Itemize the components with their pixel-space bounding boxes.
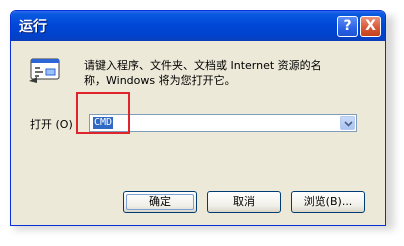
dialog-body: 请键入程序、文件夹、文档或 Internet 资源的名 称，Windows 将为… (14, 41, 382, 221)
annotation-highlight-box (76, 92, 130, 134)
open-label: 打开 (O) (30, 118, 73, 131)
instructions-line-1: 请键入程序、文件夹、文档或 Internet 资源的名 (84, 59, 322, 72)
ok-button-label: 确定 (126, 194, 194, 210)
close-button[interactable]: X (360, 16, 381, 37)
combobox-dropdown-button[interactable] (340, 116, 355, 130)
instructions-line-2: 称，Windows 将为您打开它。 (84, 74, 236, 87)
run-dialog: 运行 ? X 请键入程序、文件夹、文档或 Internet 资源的名 称，Win… (10, 10, 386, 226)
instructions-text: 请键入程序、文件夹、文档或 Internet 资源的名 称，Windows 将为… (84, 58, 374, 88)
title-bar[interactable]: 运行 ? X (11, 11, 385, 41)
window-title: 运行 (19, 19, 47, 35)
chevron-down-icon (344, 121, 353, 127)
ok-button[interactable]: 确定 (123, 191, 197, 213)
cancel-button[interactable]: 取消 (207, 191, 281, 213)
run-program-icon (28, 55, 64, 85)
browse-button[interactable]: 浏览(B)... (291, 191, 365, 213)
help-button[interactable]: ? (337, 16, 358, 37)
page: 运行 ? X 请键入程序、文件夹、文档或 Internet 资源的名 称，Win… (0, 0, 404, 246)
